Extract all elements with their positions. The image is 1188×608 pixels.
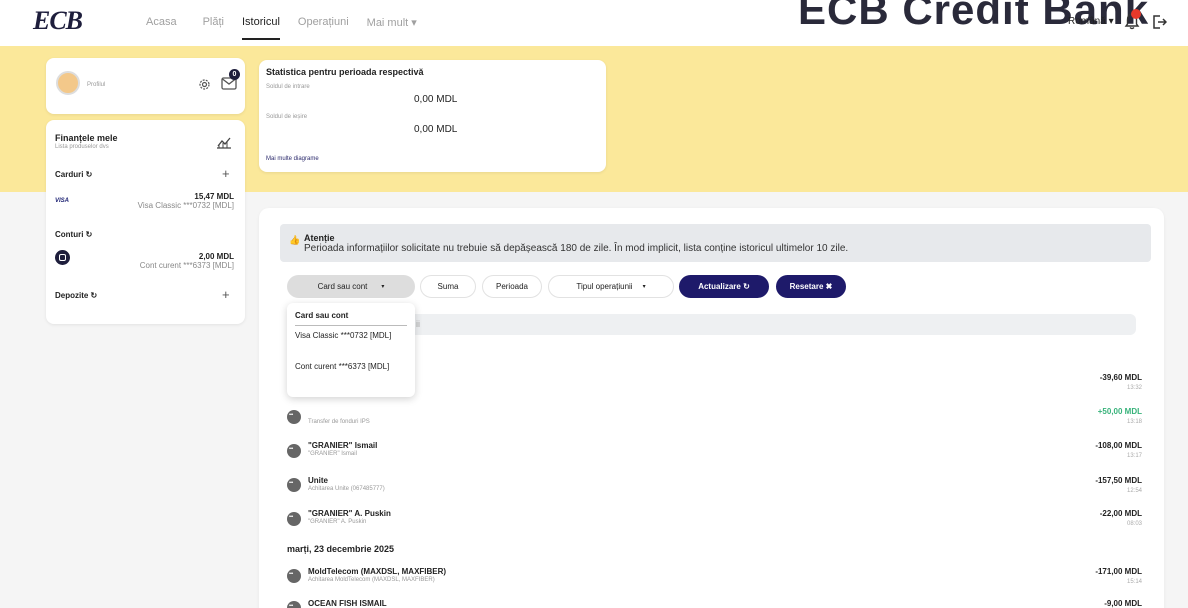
transaction-time: 15:14 [1126, 579, 1142, 585]
language-selector[interactable]: Română ▾ [1068, 16, 1114, 27]
transaction-time: 13:18 [1126, 419, 1142, 425]
more-charts-link[interactable]: Mai multe diagrame [266, 156, 319, 162]
transaction-description: "GRANIER" Ismail [308, 451, 357, 457]
transaction-name[interactable]: MoldTelecom (MAXDSL, MAXFIBER) [308, 567, 446, 576]
nav-link-history[interactable]: Istoricul [241, 14, 280, 40]
search-placeholder: ii [416, 319, 420, 329]
finances-subtitle: Lista produselor dvs [55, 144, 109, 150]
add-card-button[interactable]: + [222, 166, 230, 181]
profile-card: Profilul 0 [46, 58, 245, 114]
transaction-amount: -108,00 MDL [1095, 441, 1142, 450]
transaction-amount: -39,60 MDL [1099, 373, 1142, 382]
card-or-account-label: Card sau cont [317, 282, 368, 291]
closing-balance-label: Soldul de ieșire [266, 114, 308, 120]
card-or-account-select[interactable]: Card sau cont ▾ [287, 275, 415, 298]
nav-link-payments[interactable]: Plăți [203, 14, 224, 40]
transaction-description: Achitarea Unite (067485777) [308, 486, 385, 492]
transaction-name[interactable]: Unite [308, 476, 328, 485]
finances-title: Finanțele mele [55, 133, 118, 143]
opening-balance-label: Soldul de intrare [266, 84, 310, 90]
transaction-time: 13:17 [1126, 453, 1142, 459]
nav-link-more[interactable]: Mai mult ▾ [367, 14, 417, 40]
transaction-description: "GRANIER" A. Puskin [308, 519, 367, 525]
top-navbar: ECB Acasa Plăți Istoricul Operațiuni Mai… [0, 0, 1188, 46]
chevron-down-icon: ▾ [642, 284, 646, 290]
opening-balance-value: 0,00 MDL [414, 94, 458, 105]
transaction-time: 12:54 [1126, 488, 1142, 494]
thumbs-up-icon: 👍 [289, 235, 301, 245]
chart-icon[interactable] [216, 135, 232, 149]
account-balance[interactable]: 2,00 MDL [199, 252, 234, 261]
dropdown-option-all[interactable]: Card sau cont [295, 310, 407, 321]
operation-type-select[interactable]: Tipul operațiunii ▾ [548, 275, 674, 298]
stats-title: Statistica pentru perioada respectivă [266, 67, 424, 77]
transaction-amount: +50,00 MDL [1097, 407, 1142, 416]
ecb-logo[interactable]: ECB [33, 6, 83, 36]
period-filter-button[interactable]: Perioada [482, 275, 542, 298]
transaction-icon [287, 478, 301, 492]
transaction-icon [287, 569, 301, 583]
card-or-account-dropdown: Card sau cont Visa Classic ***0732 [MDL]… [287, 303, 415, 397]
accounts-section-title[interactable]: Conturi ↻ [55, 230, 92, 239]
transaction-icon [287, 512, 301, 526]
transaction-icon [287, 444, 301, 458]
cards-section-title[interactable]: Carduri ↻ [55, 170, 92, 179]
card-name[interactable]: Visa Classic ***0732 [MDL] [138, 201, 234, 210]
transaction-amount: -157,50 MDL [1095, 476, 1142, 485]
transaction-icon [287, 601, 301, 608]
closing-balance-value: 0,00 MDL [414, 124, 458, 135]
transaction-amount: -22,00 MDL [1099, 509, 1142, 518]
transaction-amount: -171,00 MDL [1095, 567, 1142, 576]
amount-filter-button[interactable]: Suma [420, 275, 476, 298]
main-nav: Acasa Plăți Istoricul Operațiuni Mai mul… [146, 14, 417, 40]
visa-logo: VISA [55, 198, 70, 204]
finances-card: Finanțele mele Lista produselor dvs Card… [46, 120, 245, 324]
add-deposit-button[interactable]: + [222, 287, 230, 302]
account-name[interactable]: Cont curent ***6373 [MDL] [140, 261, 234, 270]
dropdown-option-visa-card[interactable]: Visa Classic ***0732 [MDL] [295, 330, 407, 341]
transaction-name[interactable]: "GRANIER" A. Puskin [308, 509, 391, 518]
transaction-time: 13:32 [1126, 385, 1142, 391]
operation-type-label: Tipul operațiunii [576, 282, 633, 291]
history-panel: 👍 Atenție Perioada informațiilor solicit… [259, 208, 1164, 608]
account-icon [55, 250, 70, 265]
deposits-section-title[interactable]: Depozite ↻ [55, 291, 97, 300]
avatar[interactable] [56, 71, 80, 95]
transaction-description: Achitarea MoldTelecom (MAXDSL, MAXFIBER) [308, 577, 435, 583]
period-stats-card: Statistica pentru perioada respectivă So… [259, 60, 606, 172]
notice-title: Atenție [304, 233, 335, 243]
profile-label[interactable]: Profilul [87, 82, 105, 88]
nav-link-operations[interactable]: Operațiuni [298, 14, 349, 40]
update-button[interactable]: Actualizare ↻ [679, 275, 769, 298]
dropdown-divider [295, 325, 407, 326]
transaction-icon [287, 410, 301, 424]
reset-button[interactable]: Resetare ✖ [776, 275, 846, 298]
date-group-header: marți, 23 decembrie 2025 [287, 544, 395, 554]
notification-badge [1131, 9, 1141, 19]
logout-icon[interactable] [1151, 14, 1167, 30]
card-balance[interactable]: 15,47 MDL [194, 192, 234, 201]
notice-text: Perioada informațiilor solicitate nu tre… [304, 243, 849, 254]
search-input[interactable]: ii [406, 314, 1136, 335]
transaction-amount: -9,00 MDL [1104, 599, 1142, 608]
transaction-description: Transfer de fonduri IPS [308, 419, 370, 425]
messages-badge: 0 [229, 69, 240, 80]
chevron-down-icon: ▾ [381, 284, 385, 290]
gear-icon[interactable] [198, 78, 211, 91]
transaction-time: 08:03 [1126, 521, 1142, 527]
transaction-name[interactable]: OCEAN FISH ISMAIL [308, 599, 387, 608]
attention-notice: 👍 Atenție Perioada informațiilor solicit… [280, 224, 1151, 262]
transaction-name[interactable]: "GRANIER" Ismail [308, 441, 377, 450]
nav-link-home[interactable]: Acasa [146, 14, 177, 40]
dropdown-option-current-account[interactable]: Cont curent ***6373 [MDL] [295, 361, 407, 372]
